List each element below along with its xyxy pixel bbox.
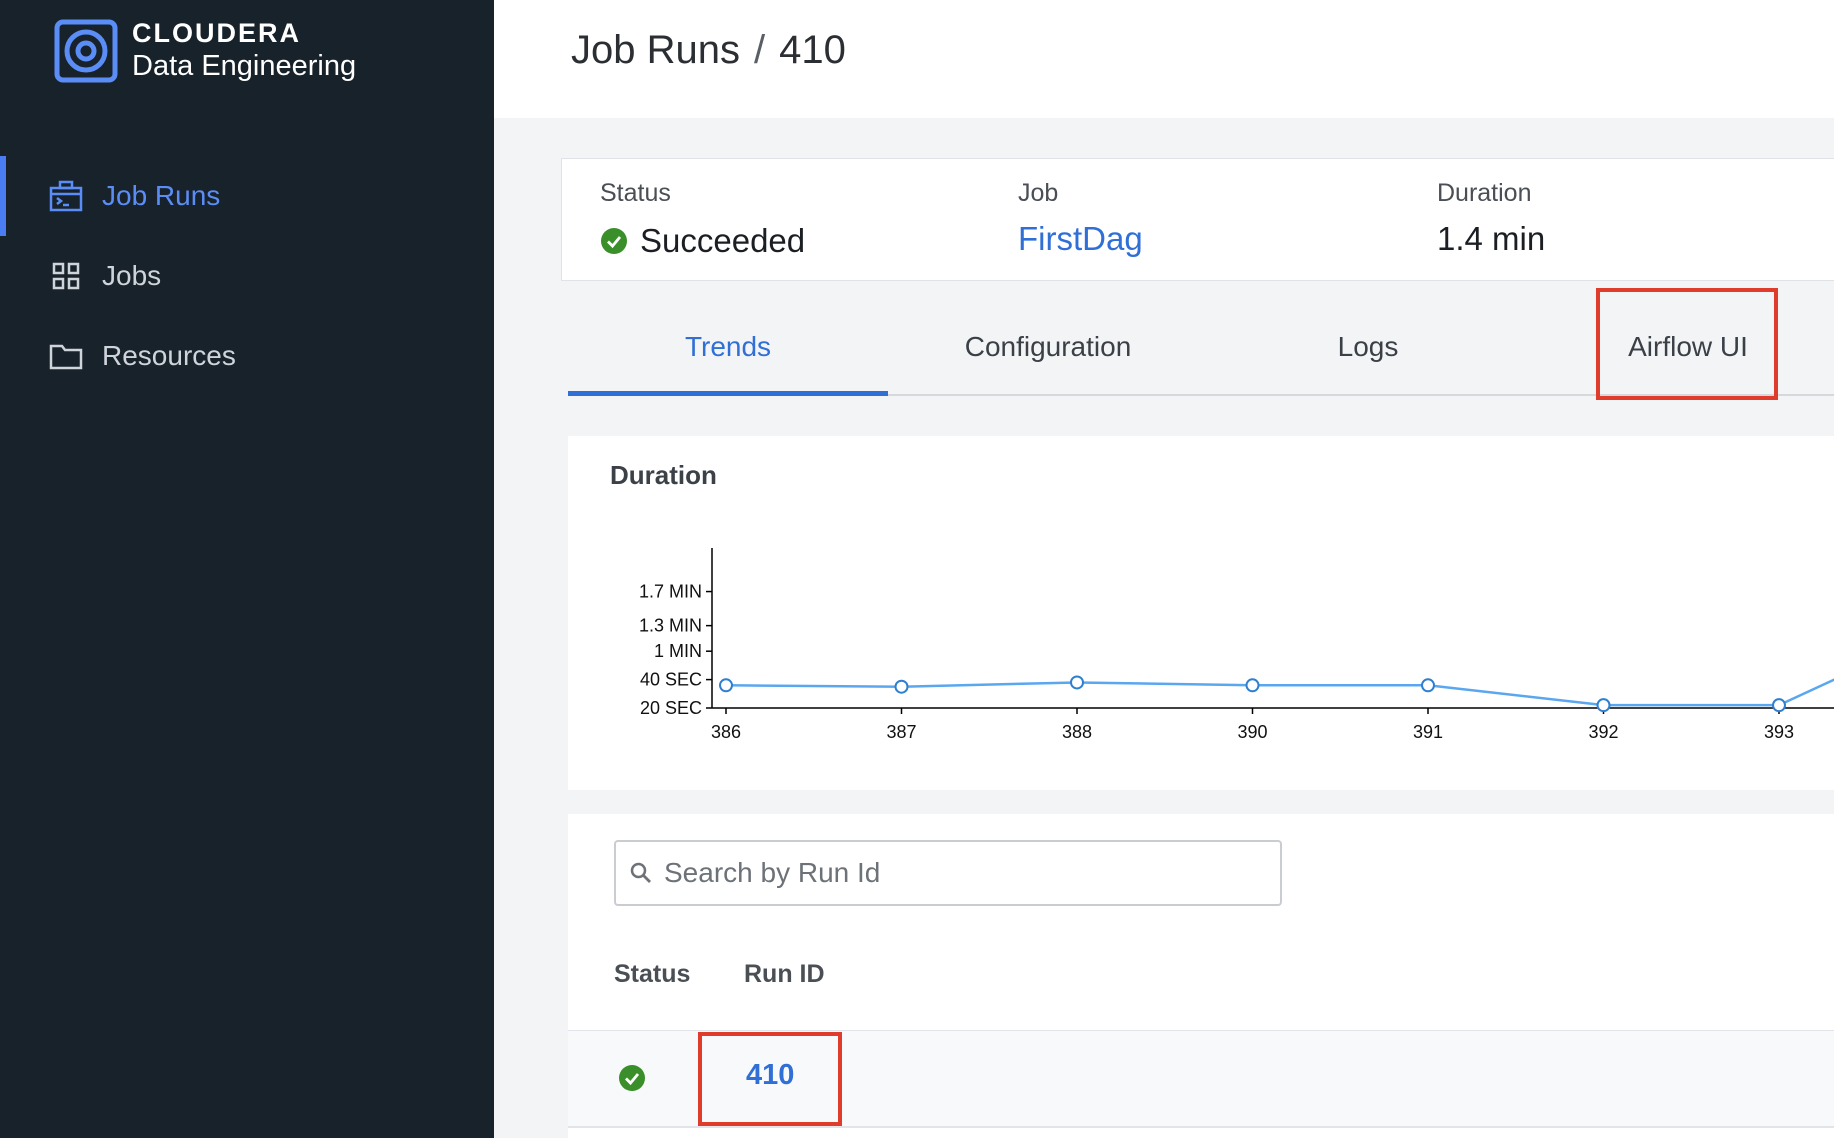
cloudera-logo-icon (54, 19, 118, 83)
brand-name: CLOUDERA (132, 18, 301, 48)
y-tick-label: 1.7 MIN (639, 582, 702, 602)
job-runs-icon (48, 178, 84, 214)
data-point (719, 678, 733, 693)
y-tick-label: 20 SEC (640, 698, 702, 718)
sidebar-item-label: Job Runs (102, 180, 221, 211)
sidebar-item-resources[interactable]: Resources (0, 316, 494, 396)
status-field: Status Succeeded (600, 179, 805, 260)
column-header-status[interactable]: Status (614, 960, 690, 989)
sidebar-nav: Job Runs Jobs Resources (0, 156, 494, 396)
airflow-ui-highlight-box (1596, 288, 1778, 400)
success-check-icon (601, 228, 627, 254)
x-tick-label: 388 (1062, 722, 1092, 742)
breadcrumb-separator: / (753, 28, 766, 72)
status-value: Succeeded (640, 222, 806, 259)
sidebar-item-job-runs[interactable]: Job Runs (0, 156, 494, 236)
search-input[interactable] (664, 857, 1264, 889)
sidebar-item-jobs[interactable]: Jobs (0, 236, 494, 316)
data-point (1772, 698, 1786, 713)
run-summary-card: Status Succeeded Job FirstDag Duration 1… (561, 158, 1834, 281)
page-header: Job Runs / 410 (494, 0, 1834, 118)
job-label: Job (1018, 179, 1059, 207)
x-tick-label: 391 (1413, 722, 1443, 742)
status-label: Status (600, 179, 671, 207)
tab-logs[interactable]: Logs (1208, 300, 1528, 394)
job-link[interactable]: FirstDag (1018, 220, 1143, 258)
search-box (614, 840, 1282, 906)
x-tick-label: 390 (1237, 722, 1267, 742)
duration-value: 1.4 min (1437, 220, 1546, 257)
column-header-run-id[interactable]: Run ID (744, 960, 825, 989)
data-point (894, 679, 909, 694)
x-tick-label: 392 (1588, 722, 1618, 742)
search-icon (630, 862, 651, 883)
data-point (1070, 675, 1084, 690)
sidebar-item-label: Jobs (102, 260, 162, 291)
x-tick-label: 387 (886, 722, 916, 742)
divider (568, 1126, 1834, 1128)
series-line (725, 678, 1834, 707)
tab-trends[interactable]: Trends (568, 300, 888, 396)
breadcrumb-parent-link[interactable]: Job Runs (571, 28, 740, 72)
duration-chart-card: Duration 1.7 MIN 1.3 MIN 1 MIN 40 SEC 20 SEC… (568, 436, 1834, 790)
y-tick-label: 40 SEC (640, 670, 702, 690)
run-id-highlight-box (698, 1032, 842, 1126)
sidebar-item-label: Resources (102, 340, 236, 371)
x-tick-label: 386 (711, 722, 741, 742)
grid-icon (48, 258, 84, 294)
y-tick-label: 1.3 MIN (639, 616, 702, 636)
breadcrumb: Job Runs / 410 (571, 28, 846, 73)
folder-icon (48, 338, 84, 374)
data-point (1596, 698, 1611, 713)
duration-label: Duration (1437, 179, 1532, 207)
breadcrumb-current: 410 (779, 28, 846, 72)
sidebar: CLOUDERA Data Engineering Job Runs Jobs … (0, 0, 494, 1138)
brand-product: Data Engineering (132, 50, 357, 82)
success-check-icon (619, 1065, 645, 1091)
duration-field: Duration 1.4 min (1437, 179, 1545, 258)
duration-line-chart: 1.7 MIN 1.3 MIN 1 MIN 40 SEC 20 SEC 386 387 388… (639, 548, 1834, 742)
data-point (1421, 678, 1435, 693)
brand[interactable]: CLOUDERA Data Engineering (54, 18, 356, 84)
data-point (1245, 678, 1260, 693)
tab-configuration[interactable]: Configuration (888, 300, 1208, 394)
x-tick-label: 393 (1764, 722, 1794, 742)
y-tick-label: 1 MIN (654, 641, 702, 661)
job-field: Job FirstDag (1018, 179, 1143, 258)
